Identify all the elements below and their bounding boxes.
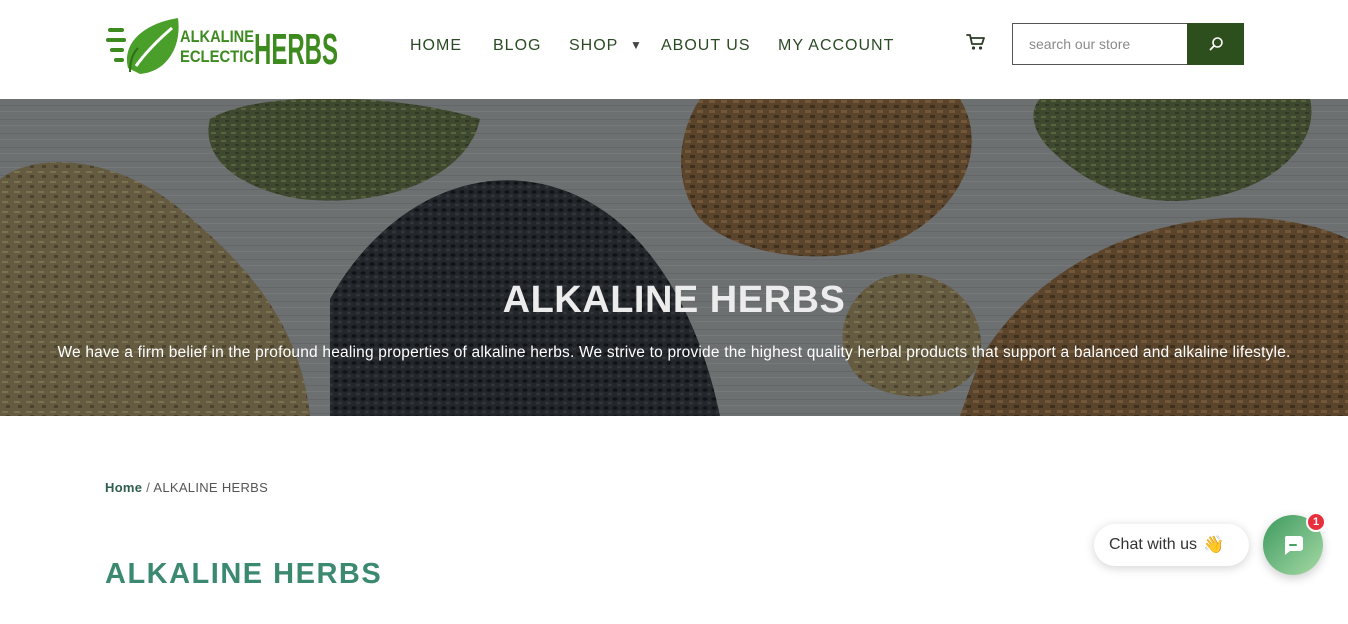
- waving-hand-icon: 👋: [1203, 535, 1225, 554]
- hero-description: We have a firm belief in the profound he…: [57, 344, 1291, 361]
- leaf-icon: [126, 18, 179, 74]
- breadcrumb-home-link[interactable]: Home: [105, 480, 142, 495]
- logo-word: HERBS: [254, 25, 338, 74]
- breadcrumb: Home / ALKALINE HERBS: [105, 480, 268, 495]
- chat-bubble-icon: [1284, 536, 1303, 555]
- chat-prompt-label: Chat with us: [1109, 536, 1198, 553]
- herbs-background-image: [0, 99, 1348, 416]
- nav-shop[interactable]: SHOP: [569, 37, 618, 55]
- page-title: ALKALINE HERBS: [105, 558, 383, 590]
- nav-my-account[interactable]: MY ACCOUNT: [778, 37, 894, 55]
- logo-line-2: ECLECTIC: [180, 47, 254, 66]
- chevron-down-icon[interactable]: ▼: [630, 38, 642, 52]
- nav-blog[interactable]: BLOG: [493, 37, 541, 55]
- chat-prompt-button[interactable]: Chat with us 👋: [1094, 524, 1249, 566]
- search-button[interactable]: [1187, 23, 1244, 65]
- nav-about-us[interactable]: ABOUT US: [661, 37, 751, 55]
- breadcrumb-current: ALKALINE HERBS: [153, 480, 269, 495]
- nav-home[interactable]: HOME: [410, 37, 462, 55]
- chat-unread-badge: 1: [1306, 512, 1326, 532]
- search-input[interactable]: [1012, 23, 1188, 65]
- hero-banner: ALKALINE HERBS We have a firm belief in …: [0, 99, 1348, 416]
- logo-line-1: ALKALINE: [180, 27, 254, 46]
- site-header: ALKALINE ECLECTIC HERBS HOME BLOG SHOP ▼…: [0, 0, 1348, 99]
- breadcrumb-separator: /: [142, 480, 154, 495]
- speed-lines-icon: [106, 28, 126, 62]
- hero-title: ALKALINE HERBS: [502, 279, 846, 321]
- search-icon: [1209, 37, 1223, 51]
- cart-icon[interactable]: [966, 33, 986, 51]
- site-logo[interactable]: ALKALINE ECLECTIC HERBS: [106, 14, 340, 78]
